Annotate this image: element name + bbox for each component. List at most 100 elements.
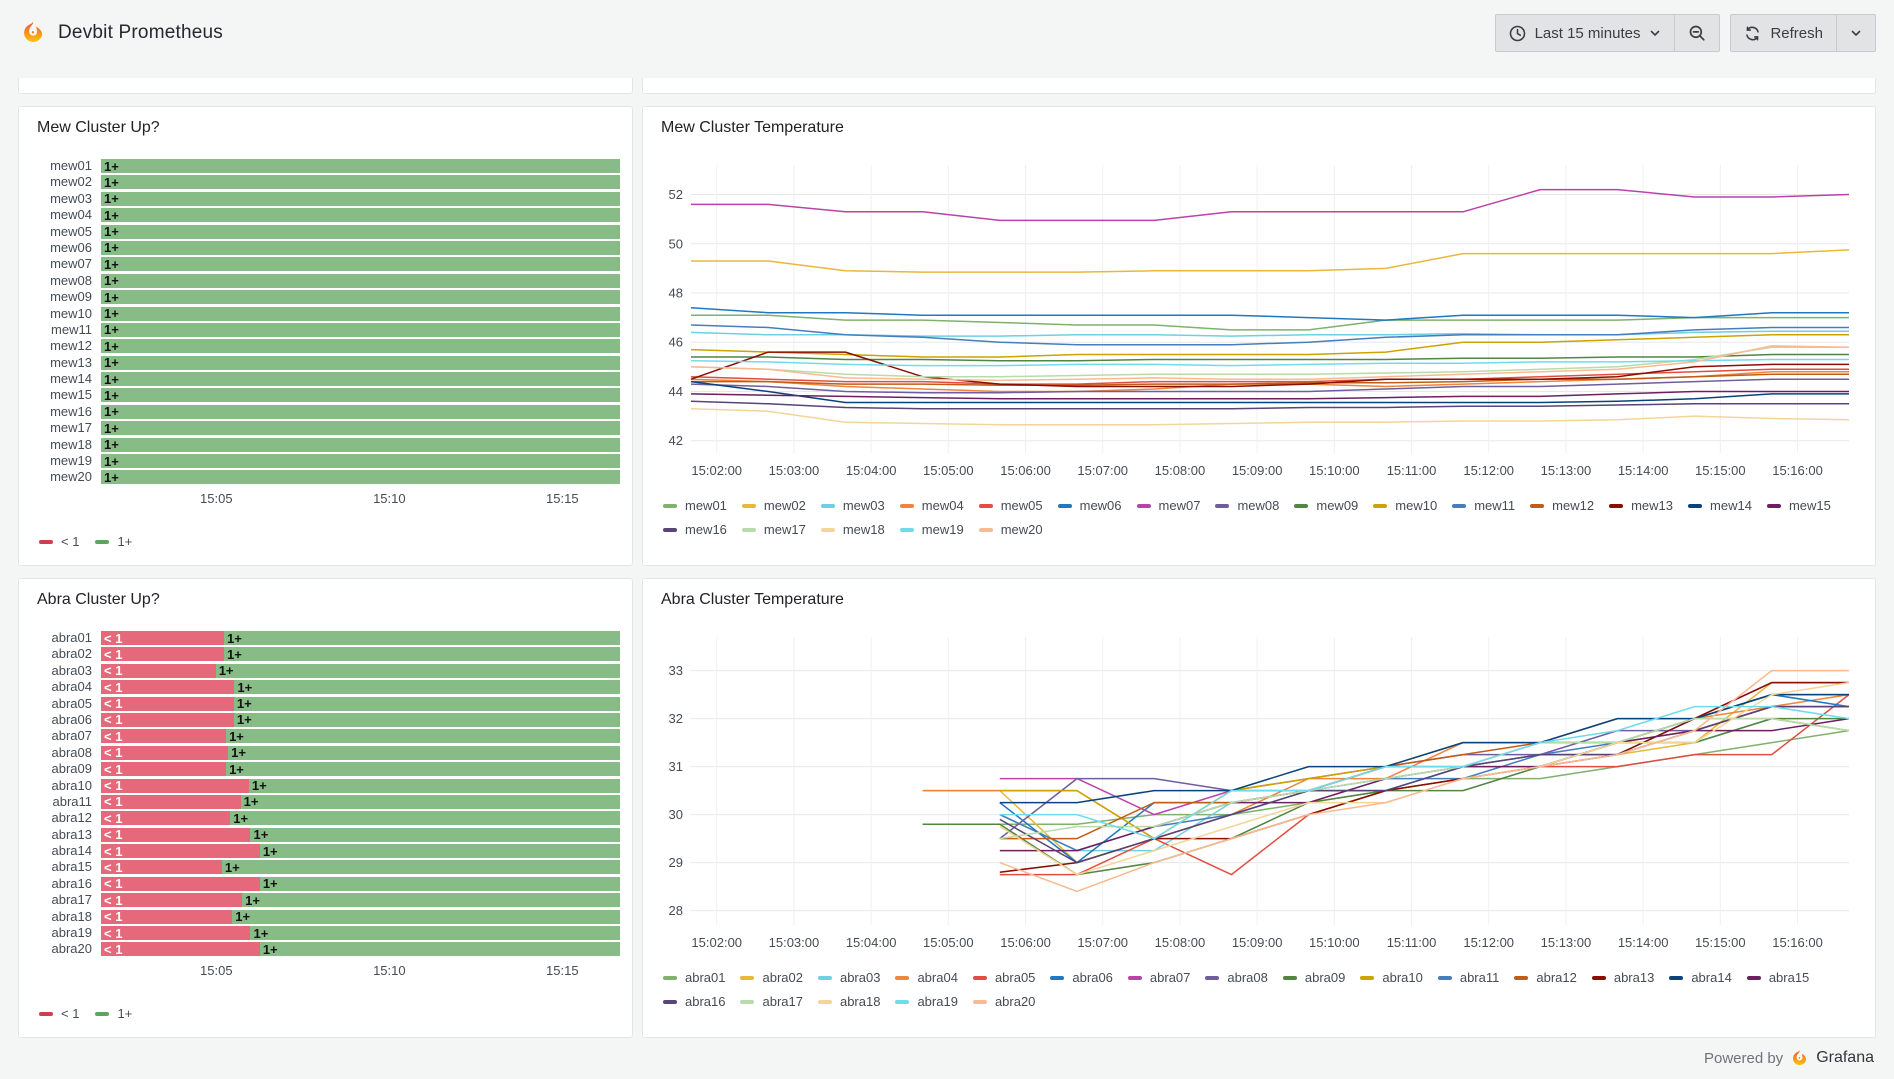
y-axis-label: 46 bbox=[669, 335, 683, 350]
mew-up-time-axis: 15:0515:1015:15 bbox=[101, 491, 620, 509]
host-label: abra01 bbox=[31, 631, 101, 645]
legend-item-mew03[interactable]: mew03 bbox=[821, 498, 885, 513]
legend-item-up[interactable]: 1+ bbox=[95, 1006, 132, 1021]
panel-mew-temperature: Mew Cluster Temperature 52504846444215:0… bbox=[642, 106, 1876, 566]
legend-item-mew15[interactable]: mew15 bbox=[1767, 498, 1831, 513]
host-label: mew13 bbox=[31, 356, 101, 370]
legend-item-mew12[interactable]: mew12 bbox=[1530, 498, 1594, 513]
panel-title-abra-temperature[interactable]: Abra Cluster Temperature bbox=[655, 588, 1863, 609]
timeline-row: abra10< 11+ bbox=[31, 779, 620, 793]
legend-item-down[interactable]: < 1 bbox=[39, 1006, 79, 1021]
timeline-row: mew171+ bbox=[31, 421, 620, 435]
refresh-button[interactable]: Refresh bbox=[1731, 15, 1836, 51]
clock-icon bbox=[1509, 25, 1526, 42]
legend-item-abra05[interactable]: abra05 bbox=[973, 970, 1035, 985]
state-down-segment: < 1 bbox=[101, 697, 234, 711]
legend-label: abra06 bbox=[1072, 970, 1112, 985]
series-line-abra01 bbox=[1000, 731, 1849, 825]
legend-item-abra09[interactable]: abra09 bbox=[1283, 970, 1345, 985]
timeline-row: abra14< 11+ bbox=[31, 844, 620, 858]
timeline-track: < 11+ bbox=[101, 893, 620, 907]
legend-item-mew14[interactable]: mew14 bbox=[1688, 498, 1752, 513]
legend-item-abra11[interactable]: abra11 bbox=[1438, 970, 1500, 985]
mew-temperature-legend: mew01 mew02 mew03 mew04 mew05 mew06 mew07 mew08… bbox=[655, 494, 1863, 537]
legend-item-mew13[interactable]: mew13 bbox=[1609, 498, 1673, 513]
legend-label: mew02 bbox=[764, 498, 806, 513]
legend-item-mew06[interactable]: mew06 bbox=[1058, 498, 1122, 513]
legend-item-mew18[interactable]: mew18 bbox=[821, 522, 885, 537]
panel-title-mew-up[interactable]: Mew Cluster Up? bbox=[31, 116, 620, 137]
legend-item-mew19[interactable]: mew19 bbox=[900, 522, 964, 537]
state-up-segment: 1+ bbox=[101, 208, 620, 222]
legend-item-abra06[interactable]: abra06 bbox=[1050, 970, 1112, 985]
legend-item-mew02[interactable]: mew02 bbox=[742, 498, 806, 513]
host-label: abra03 bbox=[31, 664, 101, 678]
legend-label: < 1 bbox=[61, 1006, 79, 1021]
timeline-track: 1+ bbox=[101, 405, 620, 419]
legend-item-mew16[interactable]: mew16 bbox=[663, 522, 727, 537]
legend-item-down[interactable]: < 1 bbox=[39, 534, 79, 549]
legend-item-abra20[interactable]: abra20 bbox=[973, 994, 1035, 1009]
legend-item-mew09[interactable]: mew09 bbox=[1294, 498, 1358, 513]
legend-item-abra14[interactable]: abra14 bbox=[1669, 970, 1731, 985]
abra-temperature-legend: abra01 abra02 abra03 abra04 abra05 abra06 abra… bbox=[655, 966, 1863, 1009]
grafana-brand-text[interactable]: Grafana bbox=[1816, 1049, 1874, 1067]
legend-item-abra03[interactable]: abra03 bbox=[818, 970, 880, 985]
legend-item-mew07[interactable]: mew07 bbox=[1137, 498, 1201, 513]
panel-title-abra-up[interactable]: Abra Cluster Up? bbox=[31, 588, 620, 609]
legend-item-mew01[interactable]: mew01 bbox=[663, 498, 727, 513]
x-axis-label: 15:04:00 bbox=[846, 463, 897, 478]
timeline-row: mew101+ bbox=[31, 307, 620, 321]
legend-item-abra17[interactable]: abra17 bbox=[740, 994, 802, 1009]
legend-label: abra12 bbox=[1536, 970, 1576, 985]
legend-item-abra19[interactable]: abra19 bbox=[895, 994, 957, 1009]
legend-item-mew08[interactable]: mew08 bbox=[1215, 498, 1279, 513]
host-label: abra02 bbox=[31, 647, 101, 661]
legend-item-abra01[interactable]: abra01 bbox=[663, 970, 725, 985]
time-range-label: Last 15 minutes bbox=[1535, 25, 1641, 42]
state-down-segment: < 1 bbox=[101, 811, 230, 825]
legend-item-abra15[interactable]: abra15 bbox=[1747, 970, 1809, 985]
legend-item-abra13[interactable]: abra13 bbox=[1592, 970, 1654, 985]
host-label: mew19 bbox=[31, 454, 101, 468]
legend-item-mew04[interactable]: mew04 bbox=[900, 498, 964, 513]
host-label: abra13 bbox=[31, 828, 101, 842]
series-line-abra13 bbox=[1000, 683, 1849, 873]
zoom-out-button[interactable] bbox=[1674, 15, 1719, 51]
legend-item-abra07[interactable]: abra07 bbox=[1128, 970, 1190, 985]
timeline-row: abra08< 11+ bbox=[31, 746, 620, 760]
y-axis-label: 48 bbox=[669, 286, 683, 301]
legend-item-abra16[interactable]: abra16 bbox=[663, 994, 725, 1009]
time-range-picker[interactable]: Last 15 minutes bbox=[1496, 15, 1675, 51]
zoom-out-icon bbox=[1688, 24, 1706, 42]
legend-item-abra10[interactable]: abra10 bbox=[1360, 970, 1422, 985]
series-line-mew19 bbox=[691, 360, 1849, 366]
refresh-interval-picker[interactable] bbox=[1836, 15, 1875, 51]
panel-title-mew-temperature[interactable]: Mew Cluster Temperature bbox=[655, 116, 1863, 137]
y-axis-label: 52 bbox=[669, 187, 683, 202]
state-down-value: < 1 bbox=[101, 664, 122, 677]
legend-item-abra08[interactable]: abra08 bbox=[1205, 970, 1267, 985]
legend-item-abra18[interactable]: abra18 bbox=[818, 994, 880, 1009]
legend-label: 1+ bbox=[117, 1006, 132, 1021]
state-down-segment: < 1 bbox=[101, 647, 224, 661]
legend-label: abra14 bbox=[1691, 970, 1731, 985]
legend-label: 1+ bbox=[117, 534, 132, 549]
legend-item-abra04[interactable]: abra04 bbox=[895, 970, 957, 985]
legend-item-mew17[interactable]: mew17 bbox=[742, 522, 806, 537]
legend-label: abra18 bbox=[840, 994, 880, 1009]
legend-item-mew10[interactable]: mew10 bbox=[1373, 498, 1437, 513]
host-label: abra04 bbox=[31, 680, 101, 694]
timeline-row: abra13< 11+ bbox=[31, 828, 620, 842]
legend-label: abra04 bbox=[917, 970, 957, 985]
legend-color-swatch bbox=[821, 528, 835, 532]
legend-item-up[interactable]: 1+ bbox=[95, 534, 132, 549]
legend-item-mew11[interactable]: mew11 bbox=[1452, 498, 1515, 513]
series-line-abra02 bbox=[923, 683, 1849, 863]
timeline-row: abra02< 11+ bbox=[31, 647, 620, 661]
legend-item-abra12[interactable]: abra12 bbox=[1514, 970, 1576, 985]
timeline-row: mew131+ bbox=[31, 356, 620, 370]
legend-item-mew20[interactable]: mew20 bbox=[979, 522, 1043, 537]
legend-item-abra02[interactable]: abra02 bbox=[740, 970, 802, 985]
legend-item-mew05[interactable]: mew05 bbox=[979, 498, 1043, 513]
